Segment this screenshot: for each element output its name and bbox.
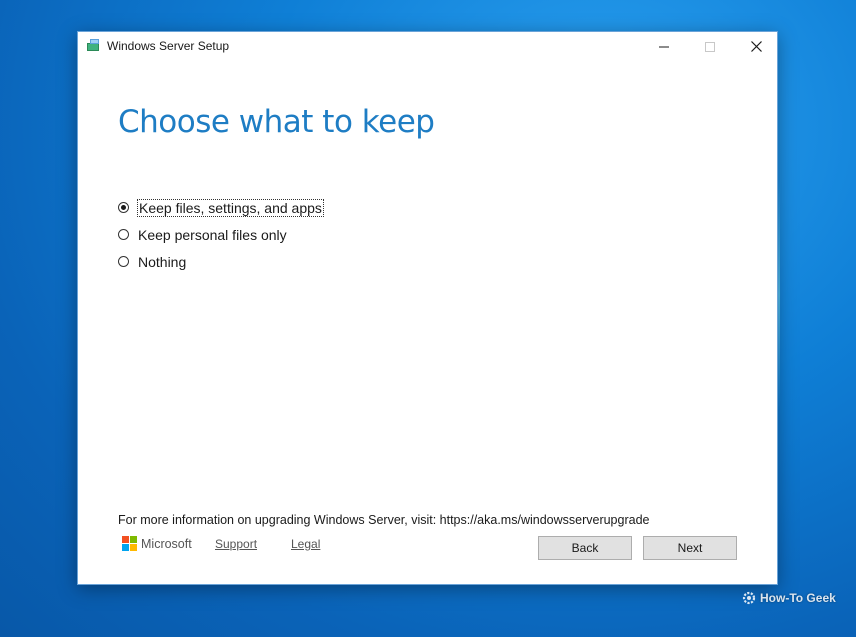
watermark-text: How-To Geek xyxy=(760,591,836,605)
title-bar[interactable]: Windows Server Setup xyxy=(78,32,777,61)
radio-keep-personal-files[interactable] xyxy=(118,229,129,240)
setup-app-icon xyxy=(87,39,99,51)
next-button[interactable]: Next xyxy=(643,536,737,560)
keep-options-radio-group: Keep files, settings, and apps Keep pers… xyxy=(118,194,324,275)
setup-window: Windows Server Setup Choose what to keep… xyxy=(77,31,778,585)
minimize-icon xyxy=(659,46,669,47)
close-button[interactable] xyxy=(733,32,779,61)
radio-nothing[interactable] xyxy=(118,256,129,267)
option-label: Nothing xyxy=(138,253,187,270)
option-nothing[interactable]: Nothing xyxy=(118,248,323,275)
microsoft-brand-text: Microsoft xyxy=(141,536,192,551)
microsoft-logo: Microsoft xyxy=(122,536,192,551)
option-label: Keep personal files only xyxy=(138,226,287,243)
maximize-button[interactable] xyxy=(687,32,733,61)
window-title: Windows Server Setup xyxy=(107,39,230,53)
option-keep-files-settings-apps[interactable]: Keep files, settings, and apps xyxy=(118,194,324,221)
radio-keep-files-settings-apps[interactable] xyxy=(118,202,129,213)
close-icon xyxy=(750,41,762,52)
option-label: Keep files, settings, and apps xyxy=(137,198,324,217)
page-title: Choose what to keep xyxy=(118,104,435,140)
back-button[interactable]: Back xyxy=(538,536,632,560)
maximize-icon xyxy=(705,41,715,52)
minimize-button[interactable] xyxy=(641,32,687,61)
how-to-geek-watermark: How-To Geek xyxy=(742,591,836,605)
support-link[interactable]: Support xyxy=(215,537,257,551)
microsoft-squares-icon xyxy=(122,536,137,551)
upgrade-info-text: For more information on upgrading Window… xyxy=(118,513,650,527)
legal-link[interactable]: Legal xyxy=(291,537,320,551)
option-keep-personal-files[interactable]: Keep personal files only xyxy=(118,221,323,248)
gear-logo-icon xyxy=(742,591,756,605)
